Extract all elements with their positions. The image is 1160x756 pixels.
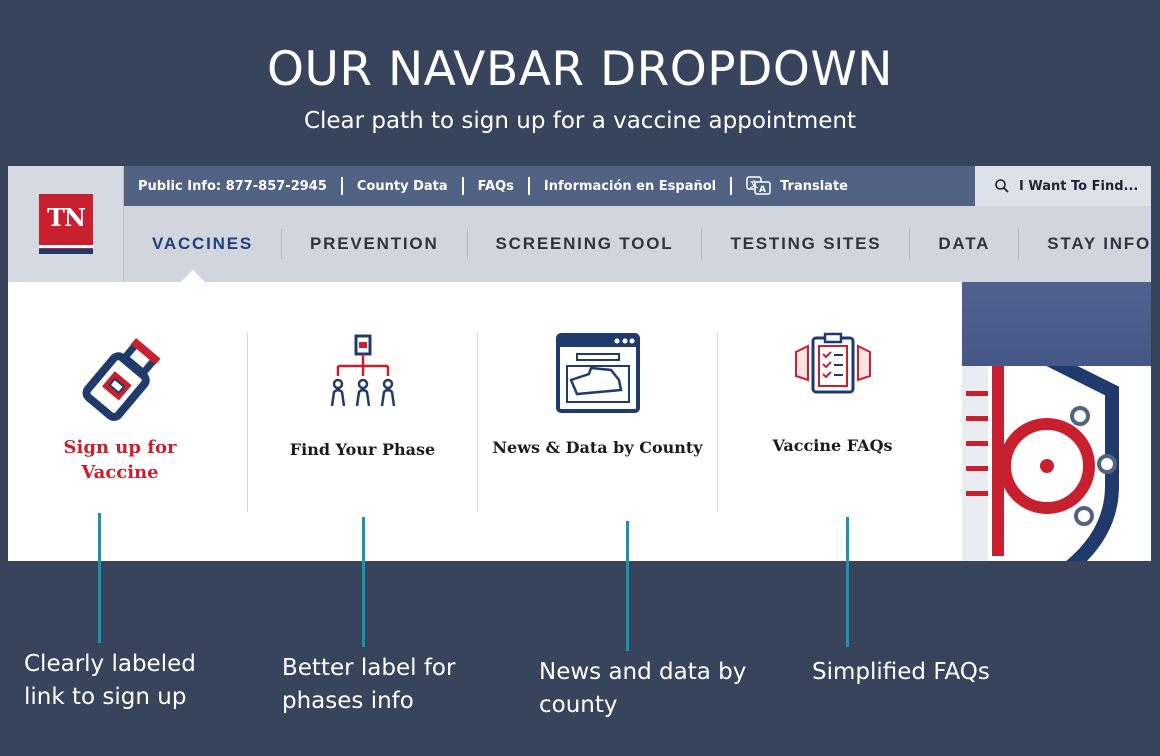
county-data-link[interactable]: County Data bbox=[343, 179, 462, 194]
dropdown-caret bbox=[180, 270, 206, 283]
nav-testing-sites[interactable]: TESTING SITES bbox=[702, 229, 911, 259]
pointer-line-faqs bbox=[846, 517, 849, 647]
annotation-sign-up: Clearly labeled link to sign up bbox=[24, 651, 196, 710]
nav-vaccines[interactable]: VACCINES bbox=[124, 229, 282, 259]
translate-label: Translate bbox=[780, 178, 848, 194]
svg-text:A: A bbox=[759, 185, 766, 195]
annotation-phase: Better label for phases info bbox=[282, 655, 456, 714]
find-search[interactable]: I Want To Find... bbox=[975, 166, 1151, 206]
page-subtitle: Clear path to sign up for a vaccine appo… bbox=[303, 108, 857, 134]
dropdown-item-news-data[interactable]: News & Data by County bbox=[477, 332, 717, 512]
page-title: OUR NAVBAR DROPDOWN bbox=[267, 42, 893, 97]
nav-screening-tool[interactable]: SCREENING TOOL bbox=[468, 229, 703, 259]
dropdown-item-sign-up[interactable]: Sign up for Vaccine bbox=[30, 332, 210, 512]
faqs-label: Vaccine FAQs bbox=[772, 436, 893, 455]
find-label: I Want To Find... bbox=[1019, 178, 1139, 194]
nav-stay-informed[interactable]: STAY INFORMED bbox=[1019, 229, 1151, 259]
dropdown-item-faqs[interactable]: Vaccine FAQs bbox=[717, 332, 947, 512]
dropdown-item-find-phase[interactable]: Find Your Phase bbox=[247, 332, 477, 512]
spanish-link[interactable]: Información en Español bbox=[530, 179, 730, 194]
pointer-line-news bbox=[626, 521, 629, 651]
search-icon bbox=[995, 179, 1009, 193]
vaccines-dropdown: Sign up for Vaccine Find Your Phase News… bbox=[8, 270, 962, 561]
translate-button[interactable]: 文 A Translate bbox=[732, 176, 862, 196]
county-map-icon bbox=[555, 333, 640, 413]
find-phase-label: Find Your Phase bbox=[289, 440, 436, 459]
nav-prevention[interactable]: PREVENTION bbox=[282, 229, 468, 259]
faqs-link[interactable]: FAQs bbox=[464, 179, 528, 194]
logo-text: TN bbox=[47, 203, 86, 232]
pointer-line-phase bbox=[362, 517, 365, 647]
news-data-label: News & Data by County bbox=[492, 438, 703, 457]
main-nav: VACCINES PREVENTION SCREENING TOOL TESTI… bbox=[124, 206, 1151, 282]
pointer-line-sign-up bbox=[98, 513, 101, 643]
utility-bar: Public Info: 877-857-2945 County Data FA… bbox=[124, 166, 975, 206]
translate-icon: 文 A bbox=[746, 176, 771, 195]
logo-area: TN bbox=[8, 166, 124, 282]
background-shield-graphic bbox=[962, 366, 1151, 561]
annotation-news: News and data by county bbox=[539, 659, 747, 718]
phase-people-icon bbox=[330, 334, 395, 407]
annotation-faqs: Simplified FAQs bbox=[812, 659, 990, 685]
nav-data[interactable]: DATA bbox=[910, 229, 1020, 259]
tn-logo[interactable]: TN bbox=[39, 194, 93, 254]
phone-link[interactable]: Public Info: 877-857-2945 bbox=[124, 179, 341, 194]
faq-clipboard-icon bbox=[794, 332, 871, 394]
vaccine-vial-icon bbox=[82, 338, 161, 421]
svg-text:文: 文 bbox=[750, 179, 759, 189]
website-screenshot: TN Public Info: 877-857-2945 County Data… bbox=[8, 166, 1151, 561]
sign-up-vaccine-label: Sign up for Vaccine bbox=[63, 437, 177, 483]
